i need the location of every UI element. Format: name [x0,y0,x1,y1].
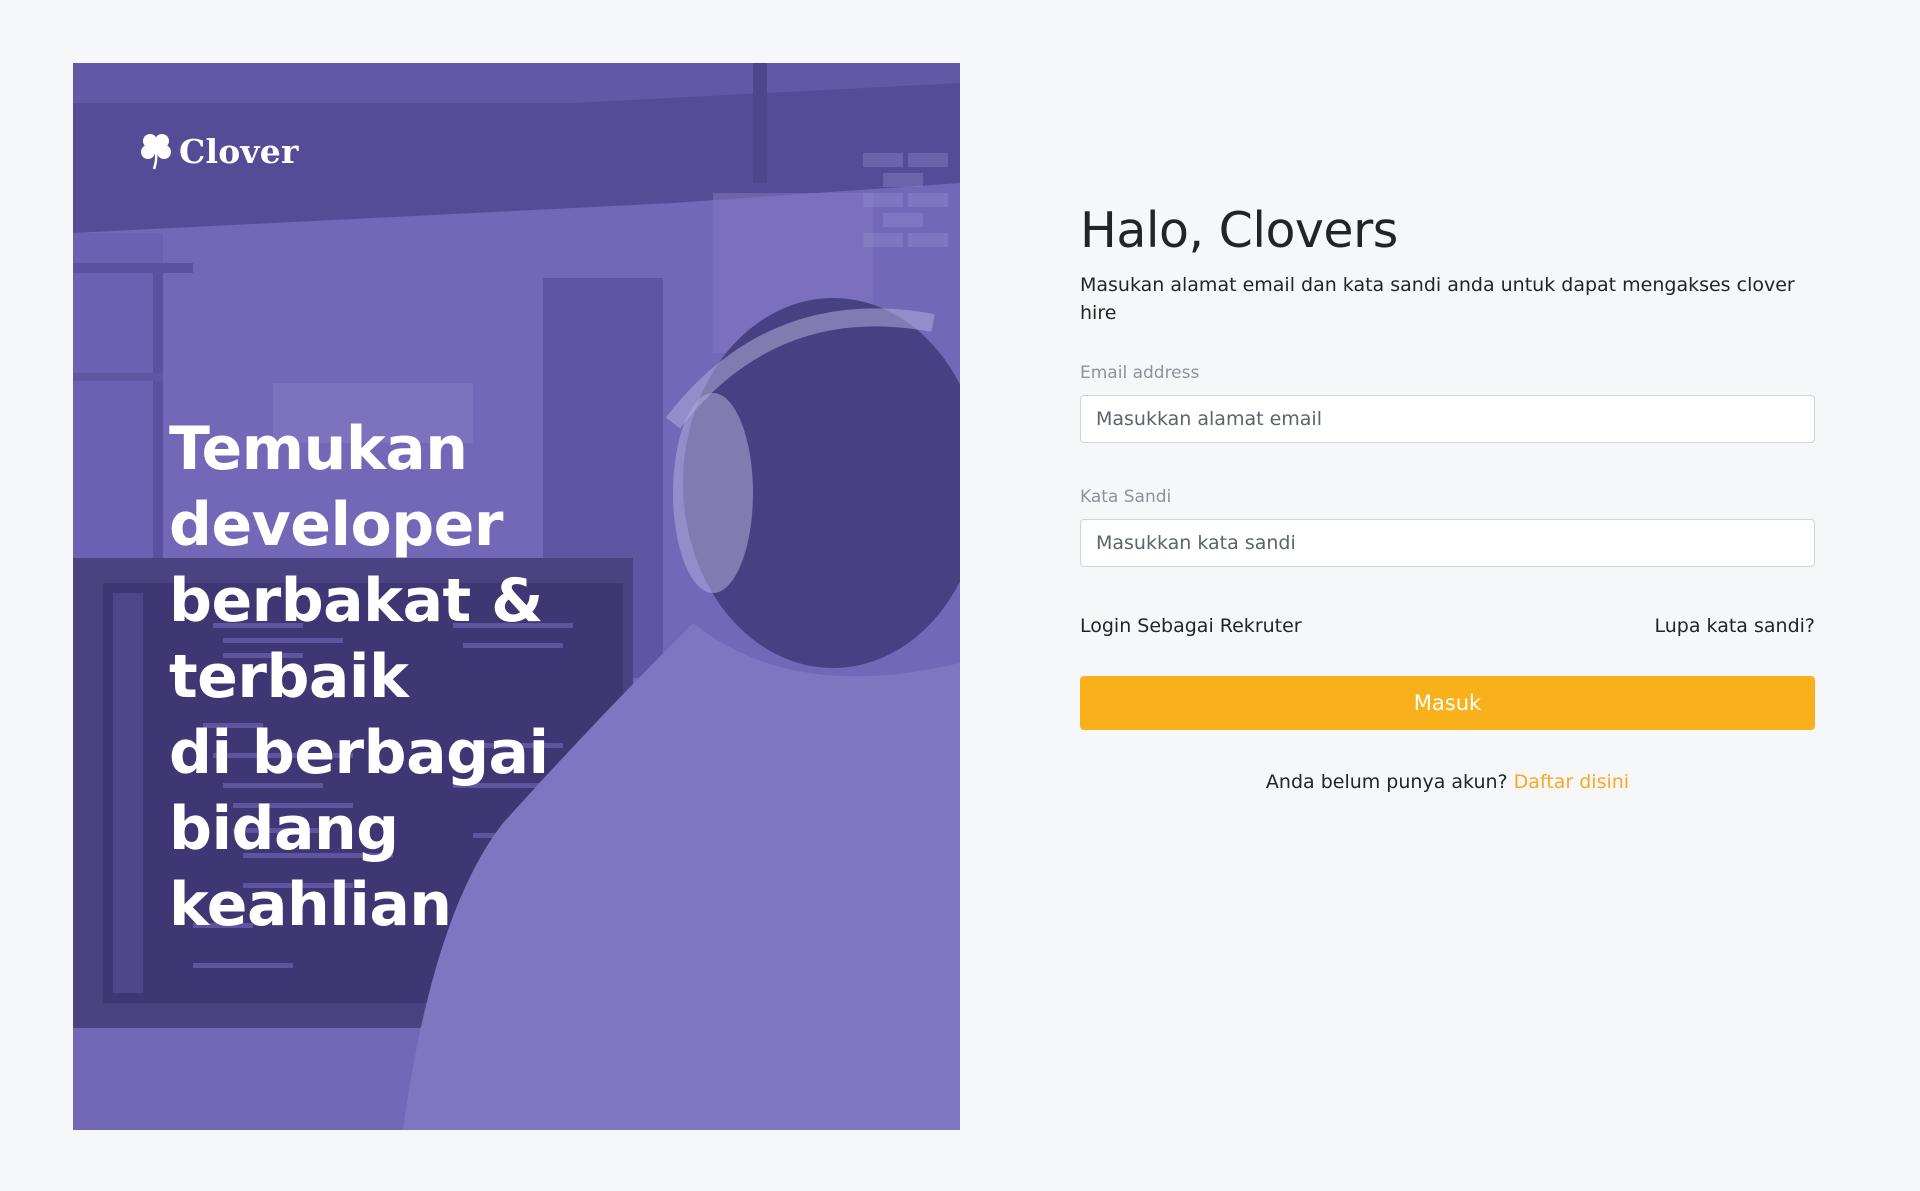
hero-headline-line: keahlian [169,870,452,940]
hero-headline-line: Temukan developer [169,414,503,560]
form-links-row: Login Sebagai Rekruter Lupa kata sandi? [1080,612,1815,640]
password-field[interactable] [1080,519,1815,567]
email-field-group: Email address [1080,361,1815,443]
hero-headline: Temukan developer berbakat & terbaik di … [169,411,789,943]
clover-icon [141,134,171,170]
email-field[interactable] [1080,395,1815,443]
password-field-group: Kata Sandi [1080,485,1815,567]
password-label: Kata Sandi [1080,487,1172,507]
page-subtitle: Masukan alamat email dan kata sandi anda… [1080,274,1795,324]
login-page: Clover Temukan developer berbakat & terb… [0,0,1920,1191]
brand-logo: Clover [139,131,299,171]
recruiter-login-link[interactable]: Login Sebagai Rekruter [1080,612,1302,640]
hero-headline-line: berbakat & terbaik [169,566,543,712]
login-form: Halo, Clovers Masukan alamat email dan k… [1080,195,1815,793]
signup-prompt-text: Anda belum punya akun? [1265,771,1508,793]
login-button[interactable]: Masuk [1080,676,1815,730]
hero-panel: Clover Temukan developer berbakat & terb… [73,63,960,1130]
brand-name: Clover [179,131,299,171]
email-label: Email address [1080,363,1200,383]
page-title: Halo, Clovers [1080,202,1398,259]
forgot-password-link[interactable]: Lupa kata sandi? [1655,612,1816,640]
hero-headline-line: di berbagai bidang [169,718,549,864]
signup-link[interactable]: Daftar disini [1514,771,1629,793]
signup-prompt: Anda belum punya akun? Daftar disini [1080,768,1815,796]
